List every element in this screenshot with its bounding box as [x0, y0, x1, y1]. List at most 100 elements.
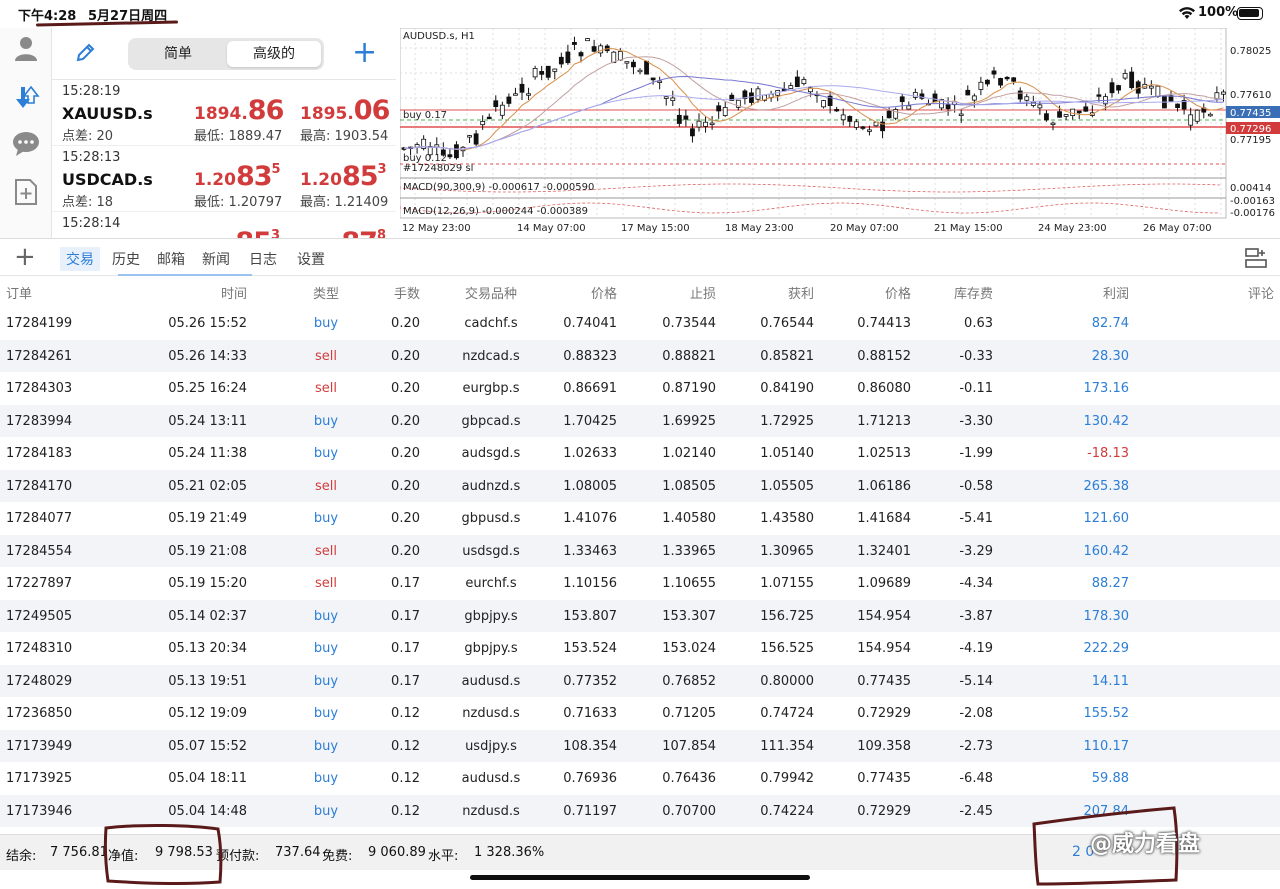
cell-order-type: buy [313, 446, 339, 461]
candle-body [1050, 122, 1056, 125]
cell-take-profit: 0.79942 [760, 771, 814, 786]
quote-symbol: XAUUSD.s [62, 104, 153, 123]
cell-profit: -18.13 [1087, 446, 1129, 461]
home-indicator[interactable] [470, 875, 810, 880]
macd2-label: MACD(12,26,9) -0.000244 -0.000389 [403, 206, 588, 217]
table-row[interactable]: 17249505 05.14 02:37 buy 0.17 gbpjpy.s 153.80… [0, 599, 1280, 632]
cell-order-type: buy [313, 608, 339, 624]
table-row[interactable]: 17173925 05.04 18:11 buy 0.12 audusd.s 0.7693… [0, 762, 1280, 795]
cell-lots: 0.17 [391, 641, 420, 656]
account-icon[interactable] [10, 32, 42, 64]
price-chart[interactable]: AUDUSD.s, H1buy 0.17buy 0.12#17248029 sl… [400, 28, 1280, 236]
bid-big-digits: 83 [235, 161, 273, 192]
layout-toggle-icon[interactable] [1245, 248, 1267, 268]
table-row[interactable]: 17284199 05.26 15:52 buy 0.20 cadchf.s 0.7404… [0, 307, 1280, 340]
quote-spread: 点差: 20 [62, 129, 114, 144]
tab-history[interactable]: 历史 [112, 249, 140, 269]
table-row[interactable]: 17173949 05.07 15:52 buy 0.12 usdjpy.s 108.35… [0, 729, 1280, 762]
cell-order-id: 17227897 [6, 576, 73, 591]
quote-bid[interactable]: 1894.86 [194, 95, 284, 126]
ask-pip: 3 [377, 162, 387, 177]
quote-ask[interactable]: 1895.06 [300, 95, 390, 126]
tab-mailbox[interactable]: 邮箱 [157, 249, 185, 269]
edit-icon[interactable] [74, 42, 96, 64]
time-axis-label: 14 May 07:00 [517, 223, 586, 234]
cell-open-time: 05.13 20:34 [168, 641, 247, 656]
table-row[interactable]: 17227897 05.19 15:20 sell 0.17 eurchf.s 1.101… [0, 567, 1280, 600]
tab-news[interactable]: 新闻 [202, 249, 230, 269]
cell-order-id: 17248029 [6, 673, 73, 689]
candle-body [499, 104, 505, 116]
cell-take-profit: 1.43580 [760, 511, 814, 526]
cell-symbol: gbpjpy.s [464, 608, 518, 624]
table-row[interactable]: 17248310 05.13 20:34 buy 0.17 gbpjpy.s 153.52… [0, 632, 1280, 665]
cell-swap: -1.99 [959, 446, 993, 461]
account-summary-bar: 结余: 7 756.81 净值: 9 798.53 预付款: 737.64 免费… [0, 834, 1280, 870]
tab-journal[interactable]: 日志 [249, 249, 277, 269]
candle-body [1148, 85, 1154, 89]
table-header: 订单 时间 类型 手数 交易品种 价格 止损 获利 价格 库存费 利润 评论 [0, 276, 1280, 307]
table-row[interactable]: 17284183 05.24 11:38 buy 0.20 audsgd.s 1.0263… [0, 437, 1280, 470]
table-row[interactable]: 17284303 05.25 16:24 sell 0.20 eurgbp.s 0.866… [0, 372, 1280, 405]
cell-stop-loss: 1.10655 [662, 576, 716, 591]
order-label: #17248029 sl [403, 163, 473, 174]
segment-advanced[interactable]: 高级的 [227, 41, 321, 67]
quote-row[interactable]: 15:28:14 853 878 [52, 212, 396, 238]
table-row[interactable]: 17284261 05.26 14:33 sell 0.20 nzdcad.s 0.883… [0, 339, 1280, 372]
table-row[interactable]: 17248029 05.13 19:51 buy 0.17 audusd.s 0.7735… [0, 664, 1280, 697]
trade-transfer-icon[interactable] [10, 82, 42, 114]
candle-body [506, 96, 512, 104]
time-axis-label: 12 May 23:00 [402, 223, 471, 234]
table-row[interactable]: 17283994 05.24 13:11 buy 0.20 gbpcad.s 1.7042… [0, 404, 1280, 437]
cell-lots: 0.12 [391, 803, 420, 819]
candle-body [650, 77, 656, 81]
bid-prefix: 1894. [194, 104, 248, 124]
new-order-plus-icon[interactable]: + [14, 243, 36, 271]
quote-ask[interactable]: 878 [300, 227, 386, 238]
candle-body [834, 109, 840, 112]
cell-current-price: 1.32401 [857, 543, 911, 559]
cell-lots: 0.20 [391, 478, 420, 494]
candle-body [683, 115, 689, 120]
candle-body [1037, 104, 1043, 109]
candle-body [906, 105, 912, 110]
tab-trade[interactable]: 交易 [60, 247, 100, 271]
table-row[interactable]: 17236850 05.12 19:09 buy 0.12 nzdusd.s 0.7163… [0, 697, 1280, 730]
status-time: 下午4:28 [18, 9, 77, 24]
quote-bid[interactable]: 1.20835 [194, 161, 281, 192]
table-row[interactable]: 17284077 05.19 21:49 buy 0.20 gbpusd.s 1.4107… [0, 502, 1280, 535]
quote-ask[interactable]: 1.20853 [300, 161, 387, 192]
add-symbol-icon[interactable]: + [352, 38, 377, 68]
candle-body [867, 129, 872, 132]
chat-icon[interactable] [10, 128, 42, 160]
candle-body [591, 46, 597, 52]
table-row[interactable]: 17284554 05.19 21:08 sell 0.20 usdsgd.s 1.334… [0, 534, 1280, 567]
candle-body [644, 60, 649, 75]
candle-body [1011, 77, 1017, 82]
segment-simple[interactable]: 简单 [131, 41, 225, 67]
table-row[interactable]: 17173946 05.04 14:48 buy 0.12 nzdusd.s 0.7119… [0, 794, 1280, 827]
new-order-icon[interactable] [10, 176, 42, 208]
cell-current-price: 0.77435 [857, 771, 911, 786]
cell-symbol: cadchf.s [464, 316, 518, 331]
candle-body [1057, 111, 1062, 118]
cell-stop-loss: 0.71205 [662, 706, 716, 721]
tab-settings[interactable]: 设置 [297, 249, 325, 269]
candle-body [526, 93, 531, 96]
candle-body [486, 116, 492, 120]
candle-body [703, 121, 708, 127]
candle-body [886, 110, 892, 119]
cell-order-id: 17284183 [6, 446, 73, 461]
cell-symbol: eurchf.s [465, 576, 517, 591]
cell-current-price: 1.41684 [857, 511, 911, 526]
quote-bid[interactable]: 853 [194, 227, 280, 238]
cell-symbol: eurgbp.s [462, 381, 520, 396]
table-row[interactable]: 17284170 05.21 02:05 sell 0.20 audnzd.s 1.080… [0, 469, 1280, 502]
header-profit: 利润 [1102, 287, 1129, 302]
cell-order-type: buy [313, 641, 339, 656]
cell-lots: 0.20 [391, 381, 420, 396]
quote-row[interactable]: 15:28:13 USDCAD.s 点差: 18 1.20835 1.20853 最低: … [52, 146, 396, 212]
cell-order-type: buy [313, 673, 339, 689]
candle-body [1175, 103, 1180, 108]
quote-row[interactable]: 15:28:19 XAUUSD.s 点差: 20 1894.86 1895.06 最低: … [52, 80, 396, 146]
